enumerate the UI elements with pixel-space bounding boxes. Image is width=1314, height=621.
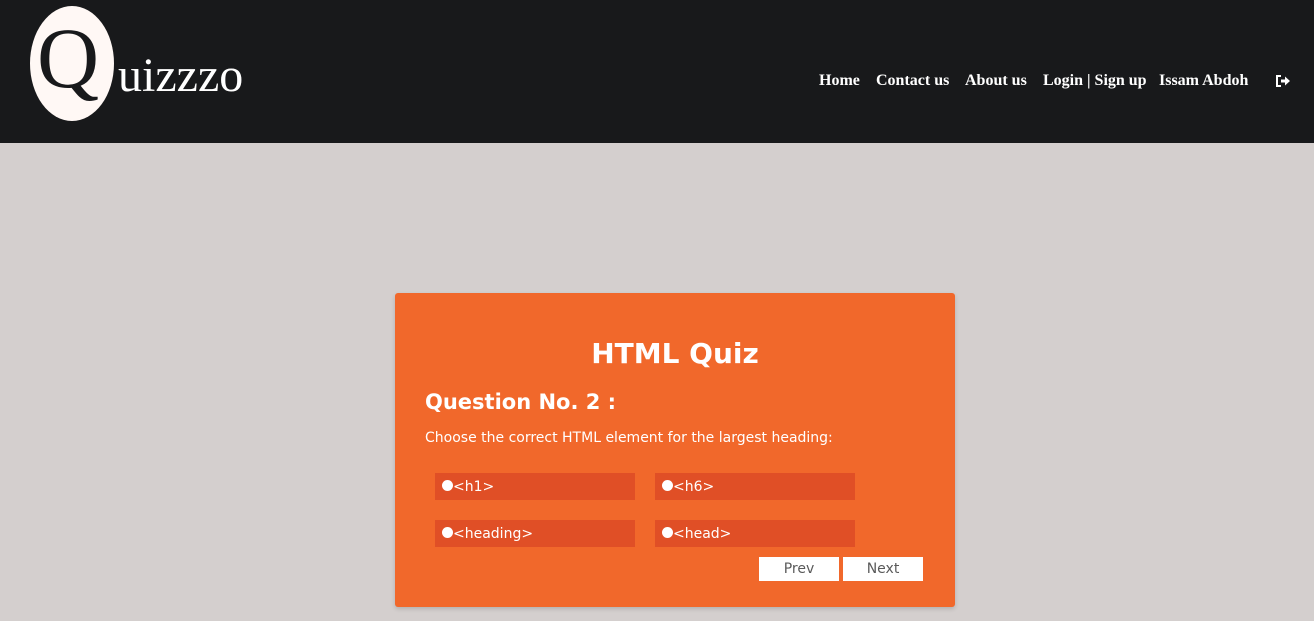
next-button[interactable]: Next: [843, 557, 923, 581]
question-number: Question No. 2 :: [425, 390, 617, 414]
sign-out-icon[interactable]: [1275, 74, 1291, 88]
quiz-card: HTML Quiz Question No. 2 : Choose the co…: [395, 293, 955, 607]
option-label: <head>: [673, 526, 732, 542]
logo-letter: Q: [37, 10, 100, 106]
nav-home-link[interactable]: Home: [819, 71, 860, 91]
radio-button[interactable]: [662, 480, 673, 491]
radio-button[interactable]: [662, 527, 673, 538]
navbar: Q uizzzo Home Contact us About us Login …: [0, 0, 1314, 143]
answer-option-heading[interactable]: <heading>: [435, 520, 635, 547]
radio-button[interactable]: [442, 480, 453, 491]
prev-button[interactable]: Prev: [759, 557, 839, 581]
quizzzo-logo[interactable]: Q uizzzo: [30, 6, 290, 122]
answer-option-h1[interactable]: <h1>: [435, 473, 635, 500]
radio-button[interactable]: [442, 527, 453, 538]
option-label: <h1>: [453, 479, 495, 495]
option-label: <h6>: [673, 479, 715, 495]
nav-about-link[interactable]: About us: [965, 71, 1027, 91]
question-text: Choose the correct HTML element for the …: [425, 430, 833, 446]
nav-login-signup-link[interactable]: Login | Sign up: [1043, 71, 1147, 91]
option-label: <heading>: [453, 526, 534, 542]
nav-contact-link[interactable]: Contact us: [876, 71, 949, 91]
quiz-title: HTML Quiz: [591, 337, 759, 370]
answer-option-head[interactable]: <head>: [655, 520, 855, 547]
nav-links: Home Contact us About us Login | Sign up…: [0, 71, 1314, 91]
nav-user-name[interactable]: Issam Abdoh: [1159, 71, 1248, 91]
answer-option-h6[interactable]: <h6>: [655, 473, 855, 500]
